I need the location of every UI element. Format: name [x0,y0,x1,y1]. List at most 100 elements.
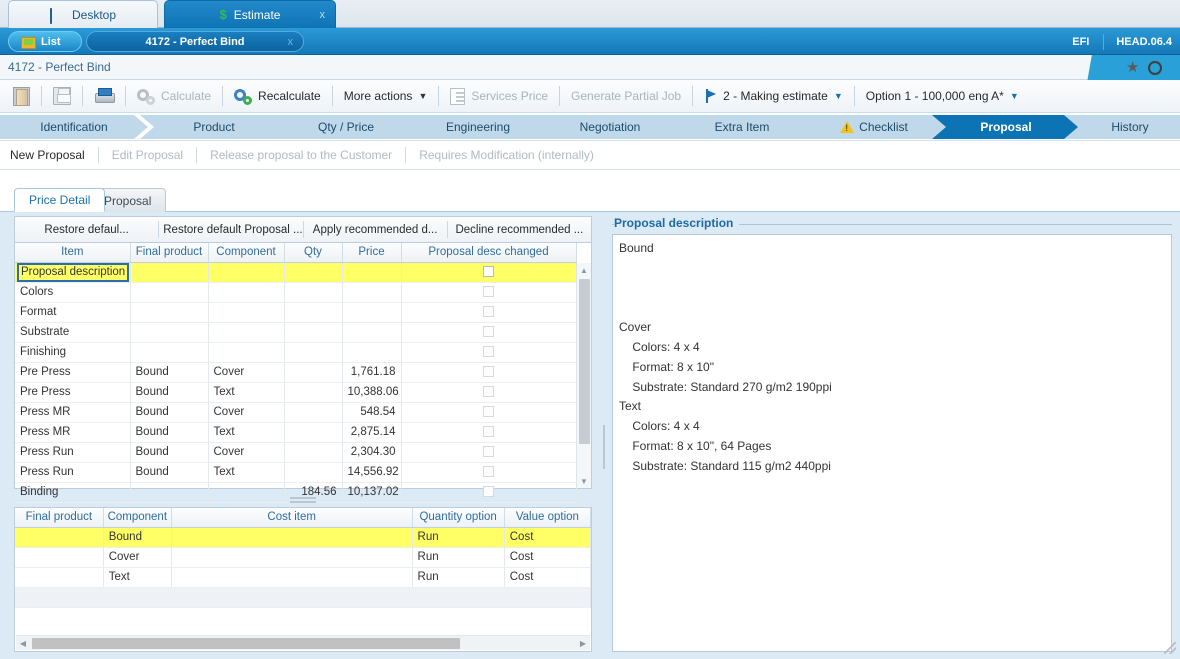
checkbox[interactable] [483,465,494,477]
cell-price[interactable] [342,262,402,283]
cell-quantity-option[interactable]: Run [412,567,505,588]
cell-price[interactable]: 14,556.92 [342,462,402,483]
cell-item[interactable]: Press Run [15,442,131,463]
table-row[interactable]: Press Run Bound Text 14,556.92 [15,462,577,483]
cell-value-option[interactable]: Cost [504,547,592,568]
cell-final-product[interactable]: Bound [130,442,209,463]
cell-item[interactable]: Colors [15,282,131,303]
close-icon[interactable]: x [288,36,294,48]
more-actions-button[interactable]: More actions ▼ [337,83,435,110]
cell-price[interactable] [342,342,402,363]
stage-negotiation[interactable]: Negotiation [536,115,684,139]
cell-qty[interactable] [284,262,343,283]
cell-component[interactable]: Cover [208,362,285,383]
new-proposal-link[interactable]: New Proposal [10,148,98,162]
table-row[interactable]: Finishing [15,342,577,363]
scroll-left-icon[interactable]: ◀ [16,636,30,650]
col-qty[interactable]: Qty [284,243,343,263]
cell-changed[interactable] [401,462,577,483]
table-row[interactable]: Press MR Bound Cover 548.54 [15,402,577,423]
cell-price[interactable]: 10,388.06 [342,382,402,403]
stage-extra-item[interactable]: Extra Item [668,115,816,139]
cell-component[interactable]: Text [208,462,285,483]
checkbox[interactable] [483,345,494,357]
cell-item[interactable]: Pre Press [15,362,131,383]
cell-changed[interactable] [401,322,577,343]
checkbox[interactable] [483,445,494,457]
cell-final-product[interactable] [130,342,209,363]
cell-item[interactable]: Press Run [15,462,131,483]
cell-final-product[interactable]: Bound [130,362,209,383]
cell-qty[interactable] [284,322,343,343]
table-row[interactable]: Pre Press Bound Text 10,388.06 [15,382,577,403]
cell-value-option[interactable]: Cost [504,567,592,588]
cell-item[interactable]: Finishing [15,342,131,363]
vertical-scrollbar[interactable]: ▲ ▼ [576,263,591,488]
cell-final-product[interactable] [130,322,209,343]
restore-default-proposal-button[interactable]: Restore default Proposal ... [159,224,302,236]
tab-price-detail[interactable]: Price Detail [14,188,106,212]
horizontal-splitter[interactable] [14,493,592,507]
col-item[interactable]: Item [15,243,131,263]
cell-qty[interactable] [284,342,343,363]
exit-button[interactable] [6,83,37,110]
cell-final-product[interactable]: Bound [130,422,209,443]
scroll-up-icon[interactable]: ▲ [577,263,591,277]
checkbox[interactable] [483,325,494,337]
cell-qty[interactable] [284,462,343,483]
col-final-product[interactable]: Final product [15,508,104,528]
checkbox[interactable] [483,365,494,377]
resize-grip[interactable] [1164,642,1176,654]
checkbox[interactable] [483,385,494,397]
cell-final-product[interactable] [130,262,209,283]
cell-component[interactable]: Cover [208,402,285,423]
cell-component[interactable]: Bound [103,527,172,548]
print-button[interactable] [87,83,121,110]
checkbox[interactable] [483,405,494,417]
cell-price[interactable] [342,322,402,343]
stage-checklist[interactable]: Checklist [800,115,948,139]
cell-component[interactable] [208,302,285,323]
table-row[interactable]: Text Run Cost [15,567,592,588]
cell-changed[interactable] [401,302,577,323]
stage-proposal[interactable]: Proposal [932,115,1080,139]
list-button[interactable]: List [8,31,82,52]
cell-final-product[interactable] [130,302,209,323]
cell-changed[interactable] [401,422,577,443]
cell-qty[interactable] [284,282,343,303]
cell-changed[interactable] [401,382,577,403]
cell-item[interactable]: Proposal description [15,262,131,283]
option-dropdown[interactable]: Option 1 - 100,000 eng A* ▼ [859,83,1026,110]
cell-quantity-option[interactable]: Run [412,547,505,568]
col-quantity-option[interactable]: Quantity option [412,508,505,528]
col-price[interactable]: Price [342,243,402,263]
table-row[interactable]: Cover Run Cost [15,547,592,568]
col-cost-item[interactable]: Cost item [171,508,413,528]
restore-default-button[interactable]: Restore defaul... [15,224,158,236]
cell-final-product[interactable]: Bound [130,462,209,483]
decline-recommended-button[interactable]: Decline recommended ... [448,224,591,236]
cell-final-product[interactable] [15,527,104,548]
cell-changed[interactable] [401,282,577,303]
table-row[interactable]: Press MR Bound Text 2,875.14 [15,422,577,443]
scrollbar-thumb[interactable] [32,638,460,649]
cell-final-product[interactable] [15,567,104,588]
cell-component[interactable]: Cover [103,547,172,568]
cell-component[interactable]: Text [208,382,285,403]
col-proposal-desc-changed[interactable]: Proposal desc changed [401,243,577,263]
apply-recommended-button[interactable]: Apply recommended d... [304,224,447,236]
horizontal-scrollbar[interactable]: ◀ ▶ [16,635,590,650]
cell-qty[interactable] [284,362,343,383]
selected-cell[interactable]: Proposal description [17,262,129,281]
table-row[interactable]: Proposal description [15,262,577,283]
cell-final-product[interactable] [15,547,104,568]
checkbox[interactable] [483,425,494,437]
scroll-down-icon[interactable]: ▼ [577,474,591,488]
cell-item[interactable]: Substrate [15,322,131,343]
table-row[interactable]: Substrate [15,322,577,343]
cell-qty[interactable] [284,302,343,323]
cell-cost-item[interactable] [171,567,413,588]
app-tab-desktop[interactable]: Desktop [8,0,158,28]
stage-engineering[interactable]: Engineering [404,115,552,139]
cell-value-option[interactable]: Cost [504,527,592,548]
